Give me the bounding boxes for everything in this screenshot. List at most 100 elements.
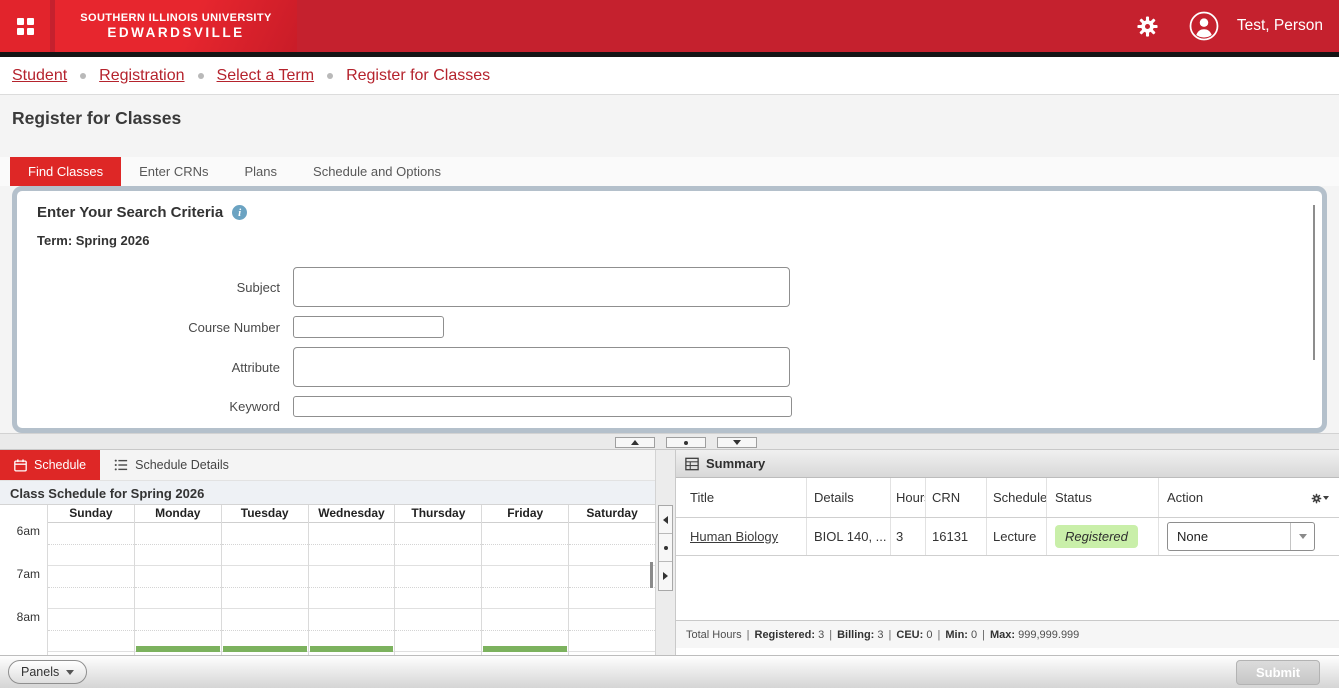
dot-icon <box>664 546 668 550</box>
reset-split-button[interactable] <box>666 437 706 448</box>
reset-vsplit-button[interactable] <box>659 534 672 562</box>
bottom-panels: Schedule Schedule Details Class Schedule… <box>0 450 1339 655</box>
subject-input[interactable] <box>293 267 790 307</box>
action-bar: Panels Submit <box>0 655 1339 688</box>
col-details: Details <box>807 478 891 517</box>
list-icon <box>114 458 128 472</box>
calendar-column-sunday: Sunday <box>47 505 134 655</box>
breadcrumb-link-select-a-term[interactable]: Select a Term <box>217 67 315 85</box>
class-event-bar <box>483 646 567 652</box>
action-select-caret[interactable] <box>1290 523 1314 550</box>
breadcrumb-link-student[interactable]: Student <box>12 67 67 85</box>
course-title-link[interactable]: Human Biology <box>690 529 778 544</box>
summary-title: Summary <box>706 456 765 471</box>
tab-schedule-label: Schedule <box>34 458 86 472</box>
arrow-up-icon <box>631 440 639 445</box>
main-menu-button[interactable] <box>0 0 50 52</box>
breadcrumb-separator <box>198 73 204 79</box>
course-details: BIOL 140, ... <box>807 518 891 555</box>
status-badge: Registered <box>1055 525 1138 548</box>
summary-settings-gear-icon[interactable] <box>1311 489 1329 507</box>
user-name[interactable]: Test, Person <box>1237 17 1323 35</box>
tab-plans[interactable]: Plans <box>227 157 296 186</box>
course-number-input[interactable] <box>293 316 444 338</box>
expand-down-button[interactable] <box>717 437 757 448</box>
col-hours: Hours <box>891 478 926 517</box>
search-criteria-heading: Enter Your Search Criteria <box>37 204 223 221</box>
ceu-label: CEU: <box>896 629 923 641</box>
calendar-icon <box>14 459 27 472</box>
total-hours-bar: Total Hours | Registered: 3 | Billing: 3… <box>676 620 1339 648</box>
calendar-column-wednesday: Wednesday <box>308 505 395 655</box>
registration-app: SOUTHERN ILLINOIS UNIVERSITY EDWARDSVILL… <box>0 0 1339 688</box>
summary-header: Summary <box>676 450 1339 478</box>
panel-divider-horizontal <box>0 433 1339 450</box>
time-label: 6am <box>0 523 47 566</box>
keyword-label: Keyword <box>37 399 293 414</box>
arrow-down-icon <box>733 440 741 445</box>
day-header: Sunday <box>48 505 134 523</box>
schedule-heading: Class Schedule for Spring 2026 <box>0 480 655 505</box>
page-title: Register for Classes <box>12 108 181 129</box>
tab-enter-crns[interactable]: Enter CRNs <box>121 157 226 186</box>
expand-left-button[interactable] <box>659 506 672 534</box>
summary-panel: Summary Title Details Hours CRN Schedule… <box>676 450 1339 655</box>
calendar-column-friday: Friday <box>481 505 568 655</box>
min-label: Min: <box>945 629 968 641</box>
calendar-column-saturday: Saturday <box>568 505 655 655</box>
day-header: Thursday <box>395 505 481 523</box>
search-panel-scrollbar[interactable] <box>1313 205 1315 360</box>
calendar-column-tuesday: Tuesday <box>221 505 308 655</box>
max-value: 999,999.999 <box>1018 629 1079 641</box>
main-tabs: Find Classes Enter CRNs Plans Schedule a… <box>0 157 1339 186</box>
course-schedule-type: Lecture <box>987 518 1047 555</box>
max-label: Max: <box>990 629 1015 641</box>
term-label: Term: Spring 2026 <box>37 233 1302 248</box>
registered-value: 3 <box>818 629 824 641</box>
class-event-bar <box>223 646 307 652</box>
grid-menu-icon <box>17 18 34 35</box>
arrow-right-icon <box>663 572 668 580</box>
chevron-down-icon <box>66 670 74 675</box>
course-crn: 16131 <box>926 518 987 555</box>
tab-schedule[interactable]: Schedule <box>0 450 100 480</box>
app-header: SOUTHERN ILLINOIS UNIVERSITY EDWARDSVILL… <box>0 0 1339 52</box>
day-header: Friday <box>482 505 568 523</box>
subject-label: Subject <box>37 280 293 295</box>
course-number-label: Course Number <box>37 320 293 335</box>
keyword-input[interactable] <box>293 396 792 417</box>
weekly-calendar: 6am 7am 8am Sunday Monday Tuesday <box>0 505 655 655</box>
tab-schedule-details[interactable]: Schedule Details <box>100 450 243 480</box>
breadcrumb-link-registration[interactable]: Registration <box>99 67 184 85</box>
summary-table-header: Title Details Hours CRN Schedule Status … <box>676 478 1339 518</box>
tab-find-classes[interactable]: Find Classes <box>10 157 121 186</box>
total-hours-label: Total Hours <box>686 629 742 641</box>
schedule-panel-scrollbar[interactable] <box>650 562 653 588</box>
calendar-column-monday: Monday <box>134 505 221 655</box>
tab-schedule-details-label: Schedule Details <box>135 458 229 472</box>
chevron-down-icon <box>1299 534 1307 539</box>
breadcrumb-current: Register for Classes <box>346 67 490 85</box>
course-hours: 3 <box>891 518 926 555</box>
col-title: Title <box>676 478 807 517</box>
action-select[interactable]: None <box>1167 522 1315 551</box>
tab-schedule-and-options[interactable]: Schedule and Options <box>295 157 459 186</box>
submit-button[interactable]: Submit <box>1236 660 1320 685</box>
schedule-panel: Schedule Schedule Details Class Schedule… <box>0 450 655 655</box>
day-header: Tuesday <box>222 505 308 523</box>
col-schedule: Schedule <box>987 478 1047 517</box>
expand-right-button[interactable] <box>659 562 672 590</box>
billing-value: 3 <box>877 629 883 641</box>
panels-button[interactable]: Panels <box>8 660 87 684</box>
chevron-down-icon <box>1323 496 1329 500</box>
calendar-column-thursday: Thursday <box>394 505 481 655</box>
panel-divider-vertical[interactable] <box>655 450 676 655</box>
logo-line1: SOUTHERN ILLINOIS UNIVERSITY <box>80 12 272 24</box>
settings-gear-icon[interactable] <box>1136 15 1159 38</box>
attribute-input[interactable] <box>293 347 790 387</box>
user-avatar-icon[interactable] <box>1189 11 1219 41</box>
university-logo[interactable]: SOUTHERN ILLINOIS UNIVERSITY EDWARDSVILL… <box>55 0 297 52</box>
info-icon[interactable]: i <box>232 205 247 220</box>
breadcrumb-separator <box>80 73 86 79</box>
expand-up-button[interactable] <box>615 437 655 448</box>
